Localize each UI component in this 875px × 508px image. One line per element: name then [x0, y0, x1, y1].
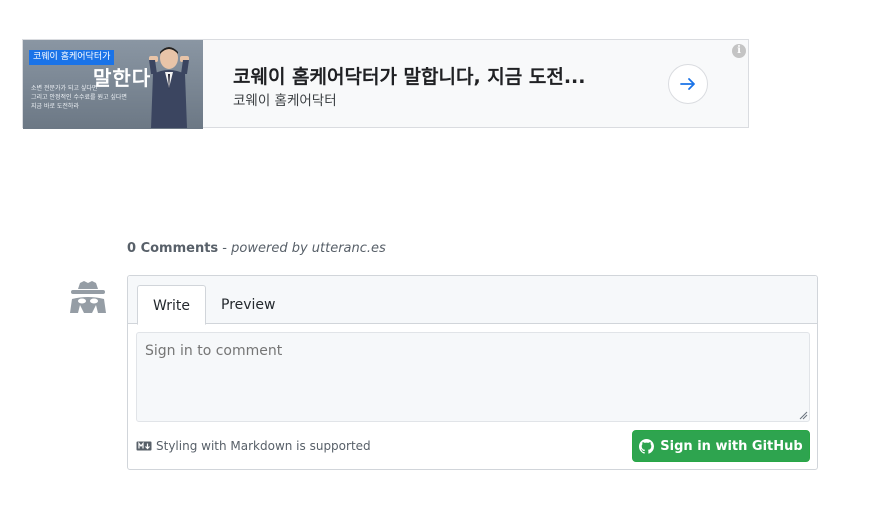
ad-arrow-button[interactable]	[668, 64, 708, 104]
ad-thumbnail-line: 소변 전문가가 되고 싶다면	[31, 85, 98, 92]
comment-count: 0 Comments	[127, 241, 219, 256]
ad-thumbnail-line: 지금 바로 도전하라	[31, 103, 79, 110]
info-icon[interactable]: i	[732, 44, 746, 58]
ad-thumbnail[interactable]: 코웨이 홈케어닥터가 말한다 소변 전문가가 되고 싶다면 그리고 안정적인 수…	[23, 40, 203, 129]
sign-in-github-label: Sign in with GitHub	[660, 438, 803, 454]
ad-banner[interactable]: 코웨이 홈케어닥터가 말한다 소변 전문가가 되고 싶다면 그리고 안정적인 수…	[22, 39, 749, 129]
ad-person-figure	[149, 47, 189, 128]
tab-write[interactable]: Write	[137, 285, 206, 325]
github-icon	[639, 438, 655, 454]
arrow-right-icon	[680, 78, 695, 90]
editor-tab-bar: Write Preview	[128, 276, 817, 325]
powered-by-link[interactable]: powered by utteranc.es	[231, 241, 386, 256]
anonymous-avatar	[68, 279, 108, 319]
anonymous-user-icon	[70, 281, 106, 313]
markdown-icon	[136, 441, 152, 451]
comment-input[interactable]	[136, 332, 810, 422]
ad-thumbnail-line: 그리고 안정적인 수수료를 원고 싶다면	[31, 94, 127, 101]
ad-advertiser[interactable]: 코웨이 홈케어닥터	[233, 89, 337, 109]
comment-count-header: 0 Comments - powered by utteranc.es	[127, 241, 386, 256]
markdown-note[interactable]: Styling with Markdown is supported	[136, 439, 371, 453]
resize-handle-icon[interactable]	[799, 411, 808, 420]
comment-editor: Write Preview Styling with Markdown is s…	[127, 275, 818, 470]
ad-title[interactable]: 코웨이 홈케어닥터가 말합니다, 지금 도전...	[233, 62, 586, 89]
tab-preview[interactable]: Preview	[206, 285, 291, 325]
markdown-note-text: Styling with Markdown is supported	[156, 439, 371, 453]
separator: -	[218, 241, 232, 256]
ad-thumbnail-lines: 소변 전문가가 되고 싶다면 그리고 안정적인 수수료를 원고 싶다면 지금 바…	[31, 84, 127, 111]
sign-in-github-button[interactable]: Sign in with GitHub	[632, 430, 810, 462]
